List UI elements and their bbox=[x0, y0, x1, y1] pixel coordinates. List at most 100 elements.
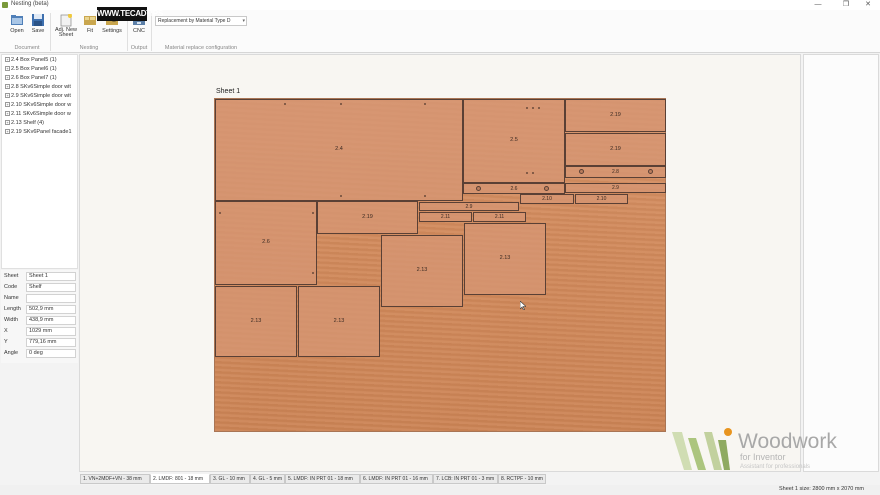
part-2-11[interactable]: 2.11 bbox=[473, 212, 526, 222]
tree-item[interactable]: +2.10 SKv6Simple door w bbox=[5, 102, 71, 108]
expand-icon[interactable]: + bbox=[5, 66, 10, 72]
prop-value-width[interactable]: 438,9 mm bbox=[26, 316, 76, 325]
prop-value-sheet[interactable]: Sheet 1 bbox=[26, 272, 76, 281]
app-icon bbox=[2, 2, 8, 8]
prop-value-length[interactable]: 502,9 mm bbox=[26, 305, 76, 314]
tree-item-label: 2.8 SKv6Simple door wit bbox=[11, 84, 71, 90]
window-title: Nesting (beta) bbox=[11, 1, 49, 7]
maximize-button[interactable]: ❒ bbox=[836, 0, 856, 10]
part-2-9[interactable]: 2.9 bbox=[419, 202, 519, 211]
part-2-9[interactable]: 2.9 bbox=[565, 183, 666, 193]
tree-item-label: 2.9 SKv6Simple door wit bbox=[11, 93, 71, 99]
tab-material-1[interactable]: 1. VN+2MDF+VN - 38 mm bbox=[80, 474, 150, 484]
tab-material-5[interactable]: 5. LMDF: IN PRT 01 - 18 mm bbox=[285, 474, 360, 484]
material-replace-value: Replacement by Material Type D bbox=[158, 18, 231, 24]
prop-label-x: X bbox=[4, 328, 8, 334]
tab-material-3[interactable]: 3. GL - 10 mm bbox=[210, 474, 250, 484]
close-button[interactable]: ✕ bbox=[858, 0, 878, 10]
adj-new-sheet-button[interactable]: Adj. New Sheet bbox=[54, 13, 78, 38]
drill-mark bbox=[312, 212, 314, 214]
expand-icon[interactable]: + bbox=[5, 102, 10, 108]
prop-value-y[interactable]: 779,16 mm bbox=[26, 338, 76, 347]
drill-mark bbox=[532, 107, 534, 109]
part-2-19[interactable]: 2.19 bbox=[565, 99, 666, 132]
tree-item-label: 2.13 Shelf (4) bbox=[11, 120, 45, 126]
part-2-13[interactable]: 2.13 bbox=[298, 286, 380, 357]
part-label: 2.13 bbox=[333, 317, 345, 324]
tab-material-6[interactable]: 6. LMDF: IN PRT 01 - 16 mm bbox=[360, 474, 433, 484]
tree-item-label: 2.4 Box Panel5 (1) bbox=[11, 57, 57, 63]
prop-label-angle: Angle bbox=[4, 350, 19, 356]
tab-material-8[interactable]: 8. RCTPF - 10 mm bbox=[498, 474, 546, 484]
prop-value-code[interactable]: Shelf bbox=[26, 283, 76, 292]
hinge-hole bbox=[476, 186, 481, 191]
prop-label-length: Length bbox=[4, 306, 21, 312]
expand-icon[interactable]: + bbox=[5, 57, 10, 63]
part-label: 2.6 bbox=[262, 239, 270, 245]
tree-item[interactable]: +2.19 SKv6Panel facade1 bbox=[5, 129, 72, 135]
prop-label-sheet: Sheet bbox=[4, 273, 19, 279]
save-label: Save bbox=[31, 28, 45, 34]
tree-item-label: 2.10 SKv6Simple door w bbox=[11, 102, 72, 108]
part-2-13[interactable]: 2.13 bbox=[381, 235, 463, 307]
tab-material-4[interactable]: 4. GL - 5 mm bbox=[250, 474, 285, 484]
part-2-10[interactable]: 2.10 bbox=[520, 194, 574, 204]
drill-mark bbox=[284, 103, 286, 105]
fit-button[interactable]: Fit bbox=[82, 13, 98, 34]
tree-item[interactable]: +2.6 Box Panel7 (1) bbox=[5, 75, 57, 81]
expand-icon[interactable]: + bbox=[5, 84, 10, 90]
drill-mark bbox=[538, 107, 540, 109]
logo-brand: Woodwork bbox=[738, 430, 837, 453]
part-2-8[interactable]: 2.8 bbox=[565, 166, 666, 178]
material-replace-select[interactable]: Replacement by Material Type D ▾ bbox=[155, 16, 247, 26]
prop-value-x[interactable]: 1029 mm bbox=[26, 327, 76, 336]
tree-item[interactable]: +2.8 SKv6Simple door wit bbox=[5, 84, 71, 90]
tab-material-2[interactable]: 2. LMDF: 801 - 18 mm bbox=[150, 474, 210, 484]
prop-value-name[interactable] bbox=[26, 294, 76, 303]
part-2-19[interactable]: 2.19 bbox=[565, 133, 666, 166]
properties-panel: Sheet Sheet 1 Code Shelf Name Length 502… bbox=[1, 270, 78, 363]
tree-item-label: 2.5 Box Panel6 (1) bbox=[11, 66, 57, 72]
expand-icon[interactable]: + bbox=[5, 111, 10, 117]
drill-mark bbox=[526, 107, 528, 109]
part-label: 2.13 bbox=[250, 317, 262, 324]
part-2-10[interactable]: 2.10 bbox=[575, 194, 628, 204]
tree-item[interactable]: +2.11 SKv6Simple door w bbox=[5, 111, 71, 117]
part-2-19[interactable]: 2.19 bbox=[317, 201, 418, 234]
open-label: Open bbox=[10, 28, 24, 34]
tree-item[interactable]: +2.13 Shelf (4) bbox=[5, 120, 44, 126]
tree-item[interactable]: +2.4 Box Panel5 (1) bbox=[5, 57, 57, 63]
new-sheet-icon bbox=[60, 14, 72, 27]
group-separator bbox=[151, 13, 152, 51]
part-label: 2.13 bbox=[499, 255, 511, 261]
part-2-5[interactable]: 2.5 bbox=[463, 99, 565, 183]
tree-item[interactable]: +2.9 SKv6Simple door wit bbox=[5, 93, 71, 99]
fit-icon bbox=[84, 16, 96, 25]
prop-value-angle[interactable]: 0 deg bbox=[26, 349, 76, 358]
part-2-11[interactable]: 2.11 bbox=[419, 212, 472, 222]
drill-mark bbox=[424, 103, 426, 105]
expand-icon[interactable]: + bbox=[5, 93, 10, 99]
part-2-6[interactable]: 2.6 bbox=[463, 183, 565, 194]
part-2-13-selected[interactable]: 2.13 bbox=[464, 223, 546, 295]
tree-item[interactable]: +2.5 Box Panel6 (1) bbox=[5, 66, 57, 72]
minimize-button[interactable]: — bbox=[808, 0, 828, 10]
part-label: 2.9 bbox=[612, 185, 619, 191]
expand-icon[interactable]: + bbox=[5, 120, 10, 126]
part-2-4[interactable]: 2.4 bbox=[215, 99, 463, 201]
part-label: 2.11 bbox=[440, 214, 451, 220]
group-output-label: Output bbox=[130, 45, 148, 51]
part-2-13[interactable]: 2.13 bbox=[215, 286, 297, 357]
part-label: 2.4 bbox=[335, 146, 343, 152]
save-button[interactable]: Save bbox=[28, 13, 48, 34]
group-nesting-label: Nesting bbox=[79, 45, 99, 51]
nesting-sheet[interactable]: 2.4 2.5 2.19 2.19 2.8 2.6 2.9 2.10 2.10 bbox=[214, 98, 666, 432]
tab-material-7[interactable]: 7. LCB: IN PRT 01 - 3 mm bbox=[433, 474, 498, 484]
expand-icon[interactable]: + bbox=[5, 75, 10, 81]
part-label: 2.19 bbox=[610, 111, 621, 118]
watermark-banner: WWW.TECADTIPS bbox=[97, 7, 163, 21]
open-button[interactable]: Open bbox=[6, 13, 28, 34]
part-label: 2.10 bbox=[542, 196, 552, 202]
part-2-6[interactable]: 2.6 bbox=[215, 201, 317, 285]
expand-icon[interactable]: + bbox=[5, 129, 10, 135]
